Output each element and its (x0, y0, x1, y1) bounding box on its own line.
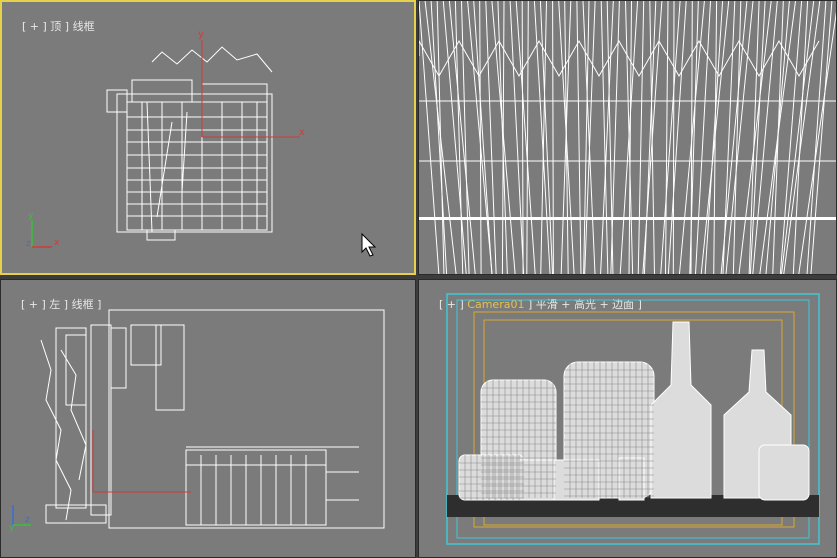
axis-y-label: y (28, 211, 34, 221)
viewport-camera[interactable]: [ + ] Camera01 ] 平滑 + 高光 + 边面 ] (418, 279, 837, 558)
camera-render (446, 293, 820, 545)
axis-z-label: z (26, 239, 31, 249)
viewport-left[interactable]: [ + ] 左 ] 线框 ] y z (0, 279, 416, 558)
top-gizmo-x-label: x (299, 127, 305, 138)
viewport-top[interactable]: [ + ] 顶 ] 线框 y x y x z (0, 0, 416, 275)
top-wireframe: y x y x z (26, 29, 377, 257)
mouse-cursor-icon (361, 232, 377, 257)
left-wireframe: y z (9, 309, 385, 533)
viewport-perspective-closeup[interactable] (418, 0, 837, 275)
axis-y-label: y (9, 523, 15, 533)
top-gizmo-y-label: y (198, 29, 204, 40)
closeup-wireframe (419, 1, 836, 274)
axis-x-label: x (54, 238, 60, 248)
axis-z-label: z (25, 515, 30, 525)
